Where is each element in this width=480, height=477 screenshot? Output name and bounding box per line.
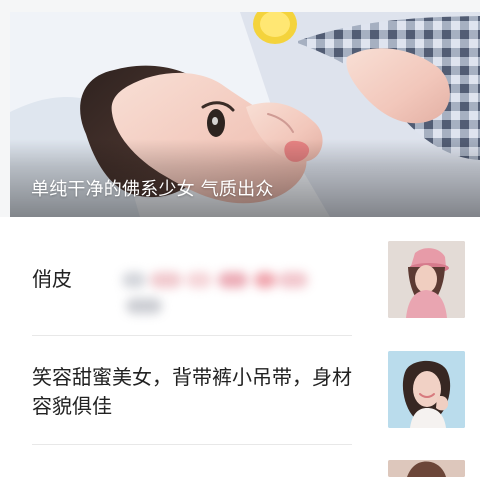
hero-title: 单纯干净的佛系少女 气质出众 [31,179,274,200]
article-item-1[interactable]: 俏皮 [32,241,465,337]
hero-gradient-overlay [10,139,480,217]
article-item-2[interactable]: 笑容甜蜜美女，背带裤小吊带，身材容貌俱佳 [32,351,465,447]
article-divider [32,444,352,445]
portrait-partial-icon [388,460,465,477]
blurred-title-mask [114,272,310,314]
article-item-3[interactable] [32,460,465,477]
article-list: 俏皮 笑容甜蜜美女，背带裤小吊带，身材容貌俱佳 [0,217,480,477]
portrait-pink-hat-icon [388,241,465,318]
article-divider [32,335,352,336]
article-title: 笑容甜蜜美女，背带裤小吊带，身材容貌俱佳 [32,365,352,418]
portrait-smiling-woman-icon [388,351,465,428]
news-feed-page: 单纯干净的佛系少女 气质出众 俏皮 笑容甜蜜美女，背带裤小吊带，身材容貌俱佳 [0,0,480,477]
hero-banner[interactable]: 单纯干净的佛系少女 气质出众 [10,12,480,217]
